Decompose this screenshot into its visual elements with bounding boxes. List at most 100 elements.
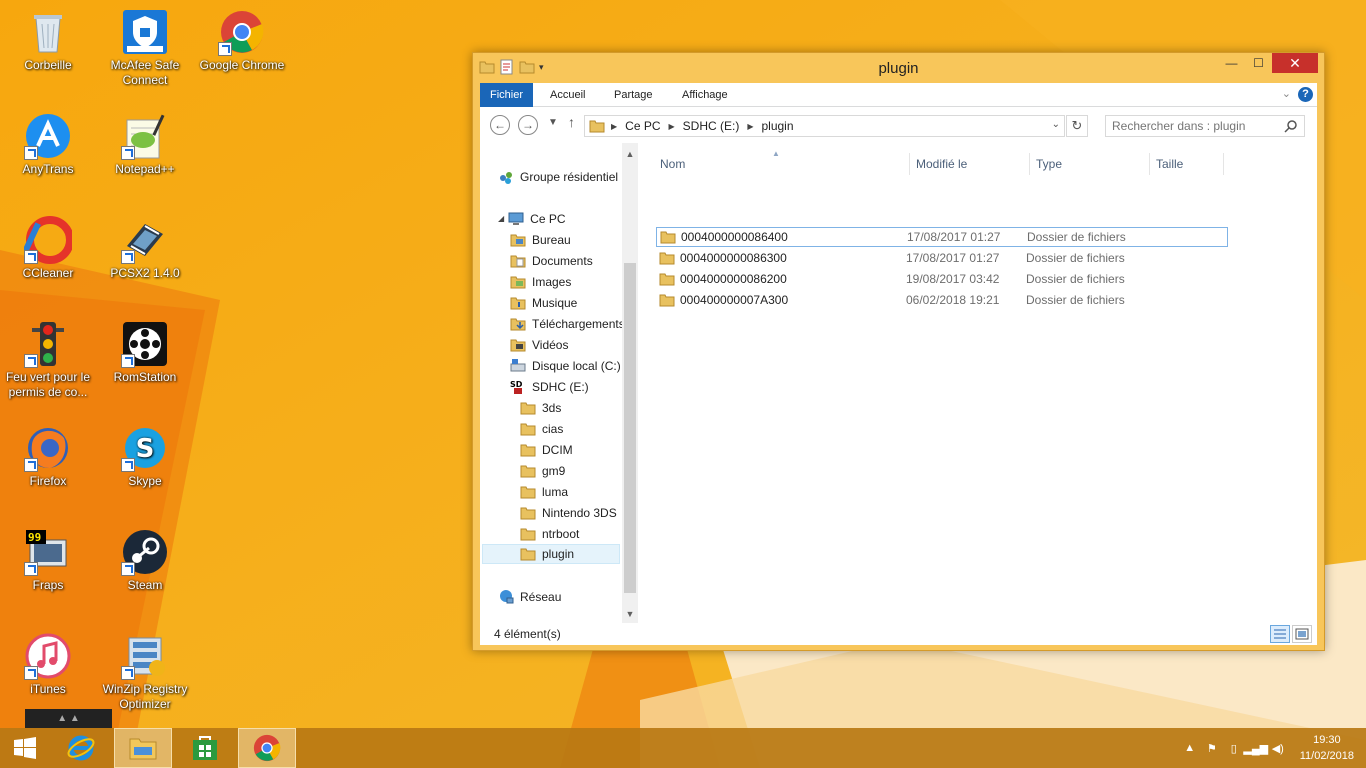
desktop-icon-pcsx2[interactable]: PCSX2 1.4.0 [97,216,193,281]
desktop-icon-anytrans[interactable]: AnyTrans [0,112,96,177]
nav-folder-cias[interactable]: cias [520,419,563,439]
search-input[interactable] [1112,116,1282,136]
desktop-icon-firefox[interactable]: Firefox [0,424,96,489]
help-icon[interactable]: ? [1298,87,1313,102]
status-bar: 4 élément(s) [480,623,1317,645]
breadcrumb-separator-icon[interactable]: ▶ [669,122,675,131]
large-icons-view-button[interactable] [1292,625,1312,643]
breadcrumb-separator-icon[interactable]: ▶ [747,122,753,131]
scroll-up-icon[interactable]: ▲ [622,149,638,159]
breadcrumb-separator-icon[interactable]: ▶ [611,122,617,131]
desktop-icon-chrome[interactable]: Google Chrome [194,8,290,73]
file-row[interactable]: 0004000000086400 17/08/2017 01:27 Dossie… [656,227,1228,247]
taskbar-chrome[interactable] [238,728,296,768]
desktop-icon-notepadpp[interactable]: Notepad++ [97,112,193,177]
taskbar-store[interactable] [176,728,234,768]
nav-scrollbar[interactable]: ▲ ▼ [622,143,638,623]
folder-icon [520,507,536,520]
file-row[interactable]: 0004000000086300 17/08/2017 01:27 Dossie… [656,248,1228,268]
nav-videos[interactable]: Vidéos [510,335,568,355]
nav-images[interactable]: Images [510,272,571,292]
desktop-icon-mcafee[interactable]: McAfee Safe Connect [97,8,193,88]
nav-bureau[interactable]: Bureau [510,230,571,250]
clock[interactable]: 19:30 11/02/2018 [1300,732,1354,764]
expand-ribbon-icon[interactable]: ⌄ [1282,87,1291,100]
tab-partage[interactable]: Partage [602,83,665,107]
nav-folder-luma[interactable]: luma [520,482,568,502]
nav-folder-3ds[interactable]: 3ds [520,398,561,418]
back-button[interactable]: ← [490,115,510,135]
anytrans-icon [24,112,72,160]
nav-folder-ntrboot[interactable]: ntrboot [520,524,579,544]
desktop-icon-romstation[interactable]: RomStation [97,320,193,385]
column-header-modified[interactable]: Modifié le [910,153,1030,175]
nav-documents[interactable]: Documents [510,251,593,271]
desktop-icon-feu-vert[interactable]: Feu vert pour le permis de co... [0,320,96,400]
folder-icon [659,294,675,307]
desktop-icon-fraps[interactable]: 99 Fraps [0,528,96,593]
file-type: Dossier de fichiers [1026,293,1125,307]
nav-musique[interactable]: Musique [510,293,577,313]
firefox-icon [24,424,72,472]
details-view-button[interactable] [1270,625,1290,643]
maximize-button[interactable]: ☐ [1245,53,1272,73]
nav-local-disk[interactable]: Disque local (C:) [510,356,621,376]
file-row[interactable]: 0004000000086200 19/08/2017 03:42 Dossie… [656,269,1228,289]
battery-icon[interactable]: ▯ [1226,740,1242,756]
desktop-icon-label: Notepad++ [115,162,175,176]
breadcrumb-plugin[interactable]: plugin [761,119,793,133]
nav-label: Images [532,275,572,289]
recent-locations-icon[interactable]: ▼ [548,117,558,128]
show-hidden-icons-icon[interactable]: ▲ [1182,740,1198,756]
nav-folder-gm9[interactable]: gm9 [520,461,565,481]
close-button[interactable]: ✕ [1272,53,1318,73]
taskbar-file-explorer[interactable] [114,728,172,768]
network-signal-icon[interactable]: ▂▄▆ [1243,740,1268,756]
desktop-icon-ccleaner[interactable]: CCleaner [0,216,96,281]
nav-folder-plugin[interactable]: plugin [482,544,620,564]
column-header-type[interactable]: Type [1030,153,1150,175]
tab-accueil[interactable]: Accueil [538,83,597,107]
chevron-down-icon[interactable]: ⌄ [1052,119,1060,130]
desktop-scroll-handle[interactable]: ▲ ▲ [25,709,112,728]
minimize-button[interactable]: — [1218,53,1245,73]
forward-button[interactable]: → [518,115,538,135]
title-bar[interactable]: ▾ plugin — ☐ ✕ [473,53,1324,83]
column-header-name[interactable]: Nom [654,153,910,175]
nav-telechargements[interactable]: Téléchargements [510,314,625,334]
explorer-content: Groupe résidentiel ◢ Ce PC Bureau Docume… [480,143,1317,623]
refresh-button[interactable]: ↻ [1066,115,1088,137]
nav-sdhc[interactable]: SD SDHC (E:) [510,377,589,397]
search-box[interactable] [1105,115,1305,137]
desktop-icon-label: Corbeille [24,58,72,72]
column-header-size[interactable]: Taille [1150,153,1224,175]
desktop-icon-corbeille[interactable]: Corbeille [0,8,96,73]
search-icon[interactable] [1284,119,1298,133]
desktop-icon-itunes[interactable]: iTunes [0,632,96,697]
chevron-down-icon[interactable]: ◢ [498,209,504,229]
nav-network[interactable]: Réseau [498,587,561,607]
scrollbar-thumb[interactable] [624,263,636,593]
nav-homegroup[interactable]: Groupe résidentiel [498,167,618,187]
address-bar[interactable]: ▶ Ce PC ▶ SDHC (E:) ▶ plugin ⌄ [584,115,1065,137]
tab-affichage[interactable]: Affichage [670,83,740,107]
scroll-down-icon[interactable]: ▼ [622,609,638,619]
folder-icon [520,444,536,457]
nav-folder-nintendo-3ds[interactable]: Nintendo 3DS [520,503,617,523]
desktop-icon-skype[interactable]: S Skype [97,424,193,489]
desktop-icon-winzip[interactable]: WinZip Registry Optimizer [97,632,193,712]
tab-fichier[interactable]: Fichier [480,83,534,107]
volume-icon[interactable]: ◀) [1270,740,1286,756]
file-row[interactable]: 000400000007A300 06/02/2018 19:21 Dossie… [656,290,1228,310]
action-center-flag-icon[interactable]: ⚑ [1204,740,1220,756]
start-button[interactable] [0,728,50,768]
up-button[interactable]: ↑ [568,114,575,130]
nav-this-pc[interactable]: ◢ Ce PC [498,209,566,229]
breadcrumb-sdhc[interactable]: SDHC (E:) [683,119,740,133]
folder-icon [510,276,526,289]
breadcrumb-this-pc[interactable]: Ce PC [625,119,660,133]
itunes-icon [24,632,72,680]
taskbar-internet-explorer[interactable] [52,728,110,768]
desktop-icon-steam[interactable]: Steam [97,528,193,593]
nav-folder-dcim[interactable]: DCIM [520,440,573,460]
